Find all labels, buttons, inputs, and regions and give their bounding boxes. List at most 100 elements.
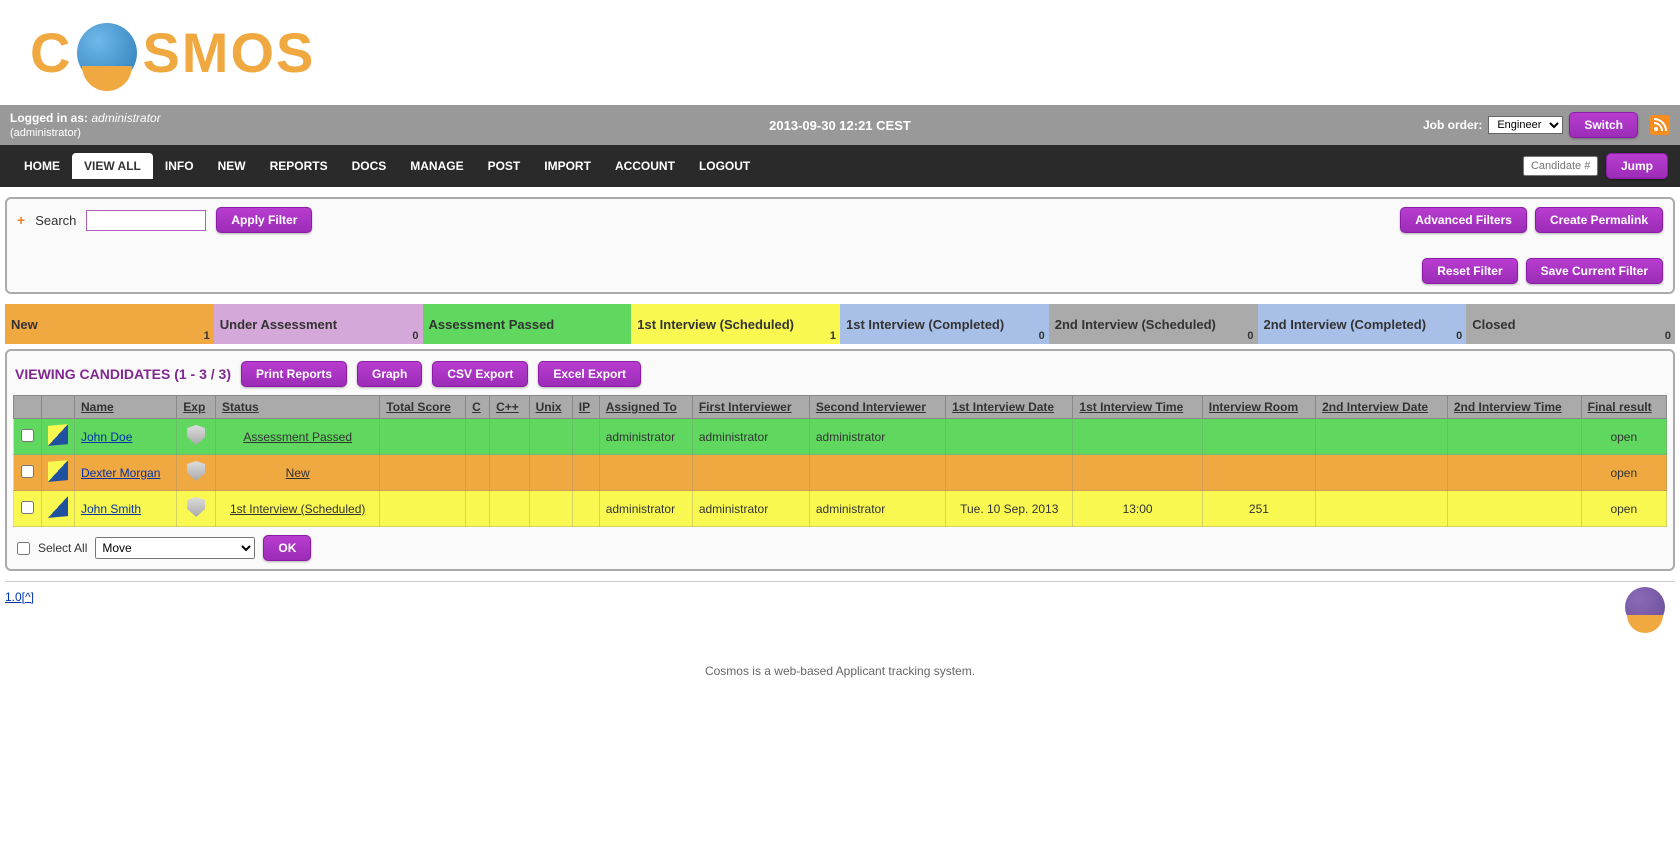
cell: administrator (692, 491, 809, 527)
nav-item-home[interactable]: HOME (12, 153, 72, 179)
cell (946, 455, 1073, 491)
status-link[interactable]: Assessment Passed (243, 430, 352, 444)
version-link[interactable]: 1.0[^] (5, 590, 34, 604)
nav-item-new[interactable]: NEW (206, 153, 258, 179)
graph-button[interactable]: Graph (357, 361, 422, 387)
shield-icon[interactable] (187, 497, 205, 517)
nav-item-account[interactable]: ACCOUNT (603, 153, 687, 179)
select-all-checkbox[interactable] (17, 542, 30, 555)
col-header[interactable]: Name (75, 396, 177, 419)
col-header[interactable]: Exp (177, 396, 216, 419)
nav-item-docs[interactable]: DOCS (340, 153, 399, 179)
candidate-name-link[interactable]: Dexter Morgan (81, 466, 160, 480)
col-header[interactable]: C (466, 396, 490, 419)
pipeline-stage-new[interactable]: New1 (5, 304, 214, 344)
shield-icon[interactable] (187, 461, 205, 481)
print-reports-button[interactable]: Print Reports (241, 361, 347, 387)
save-current-filter-button[interactable]: Save Current Filter (1526, 258, 1663, 284)
cell (946, 419, 1073, 455)
cell: open (1581, 419, 1666, 455)
cell (1073, 455, 1202, 491)
cell: 251 (1202, 491, 1315, 527)
footer-tagline: Cosmos is a web-based Applicant tracking… (5, 664, 1675, 678)
pipeline-stage-1st-interview-scheduled-[interactable]: 1st Interview (Scheduled)1 (631, 304, 840, 344)
col-header[interactable]: 1st Interview Time (1073, 396, 1202, 419)
cell (572, 491, 599, 527)
pipeline-stages: New1Under Assessment0Assessment Passed1s… (5, 304, 1675, 344)
cell: administrator (809, 491, 945, 527)
col-header[interactable]: Unix (529, 396, 572, 419)
csv-export-button[interactable]: CSV Export (432, 361, 528, 387)
nav-item-reports[interactable]: REPORTS (258, 153, 340, 179)
pipeline-stage-2nd-interview-completed-[interactable]: 2nd Interview (Completed)0 (1258, 304, 1467, 344)
cell (380, 419, 466, 455)
col-header[interactable]: 2nd Interview Time (1447, 396, 1581, 419)
col-header[interactable]: 2nd Interview Date (1316, 396, 1448, 419)
col-header[interactable]: Total Score (380, 396, 466, 419)
pipeline-stage-1st-interview-completed-[interactable]: 1st Interview (Completed)0 (840, 304, 1049, 344)
nav-item-import[interactable]: IMPORT (532, 153, 603, 179)
shield-icon[interactable] (187, 425, 205, 445)
col-header[interactable]: IP (572, 396, 599, 419)
col-header[interactable]: C++ (490, 396, 530, 419)
candidate-name-link[interactable]: John Smith (81, 502, 141, 516)
row-checkbox[interactable] (21, 501, 34, 514)
search-input[interactable] (86, 210, 206, 231)
switch-button[interactable]: Switch (1569, 112, 1638, 138)
create-permalink-button[interactable]: Create Permalink (1535, 207, 1663, 233)
col-header[interactable]: 1st Interview Date (946, 396, 1073, 419)
pipeline-stage-assessment-passed[interactable]: Assessment Passed (423, 304, 632, 344)
ok-button[interactable]: OK (263, 535, 311, 561)
expand-search-icon[interactable]: + (17, 212, 25, 228)
logo-area: C SMOS (0, 0, 1680, 105)
pipeline-stage-under-assessment[interactable]: Under Assessment0 (214, 304, 423, 344)
table-row: Dexter Morgan New open (14, 455, 1667, 491)
cell: open (1581, 455, 1666, 491)
cell: administrator (809, 419, 945, 455)
cell (490, 455, 530, 491)
cell (466, 419, 490, 455)
jump-button[interactable]: Jump (1606, 153, 1668, 179)
col-header[interactable]: Second Interviewer (809, 396, 945, 419)
nav-item-info[interactable]: INFO (153, 153, 206, 179)
footer-logo-icon (1625, 587, 1665, 627)
reset-filter-button[interactable]: Reset Filter (1422, 258, 1517, 284)
col-header[interactable]: Assigned To (599, 396, 692, 419)
pipeline-stage-2nd-interview-scheduled-[interactable]: 2nd Interview (Scheduled)0 (1049, 304, 1258, 344)
excel-export-button[interactable]: Excel Export (538, 361, 641, 387)
col-header[interactable]: Final result (1581, 396, 1666, 419)
col-header[interactable]: Status (216, 396, 380, 419)
pipeline-stage-closed[interactable]: Closed0 (1466, 304, 1675, 344)
cell: administrator (599, 419, 692, 455)
nav-item-view-all[interactable]: VIEW ALL (72, 153, 153, 179)
job-order-select[interactable]: Engineer (1488, 116, 1563, 134)
cell: administrator (692, 419, 809, 455)
row-checkbox[interactable] (21, 429, 34, 442)
edit-icon[interactable] (48, 424, 68, 446)
apply-filter-button[interactable]: Apply Filter (216, 207, 312, 233)
cell (1316, 455, 1448, 491)
bulk-action-select[interactable]: Move (95, 537, 255, 559)
candidate-number-input[interactable] (1523, 156, 1598, 176)
rss-icon[interactable] (1650, 115, 1670, 135)
status-link[interactable]: 1st Interview (Scheduled) (230, 502, 365, 516)
status-link[interactable]: New (286, 466, 310, 480)
candidates-table: NameExpStatusTotal ScoreCC++UnixIPAssign… (13, 395, 1667, 527)
row-checkbox[interactable] (21, 465, 34, 478)
advanced-filters-button[interactable]: Advanced Filters (1400, 207, 1527, 233)
job-order-label: Job order: (1423, 118, 1482, 132)
candidate-name-link[interactable]: John Doe (81, 430, 132, 444)
col-header (14, 396, 42, 419)
nav-item-manage[interactable]: MANAGE (398, 153, 475, 179)
cell (1316, 491, 1448, 527)
edit-icon[interactable] (48, 460, 68, 482)
nav-item-post[interactable]: POST (476, 153, 533, 179)
cell (529, 491, 572, 527)
cell: Tue. 10 Sep. 2013 (946, 491, 1073, 527)
col-header[interactable]: First Interviewer (692, 396, 809, 419)
col-header[interactable]: Interview Room (1202, 396, 1315, 419)
cell (490, 491, 530, 527)
logged-in-info: Logged in as: administrator (administrat… (10, 111, 161, 139)
edit-icon[interactable] (48, 496, 68, 518)
nav-item-logout[interactable]: LOGOUT (687, 153, 762, 179)
